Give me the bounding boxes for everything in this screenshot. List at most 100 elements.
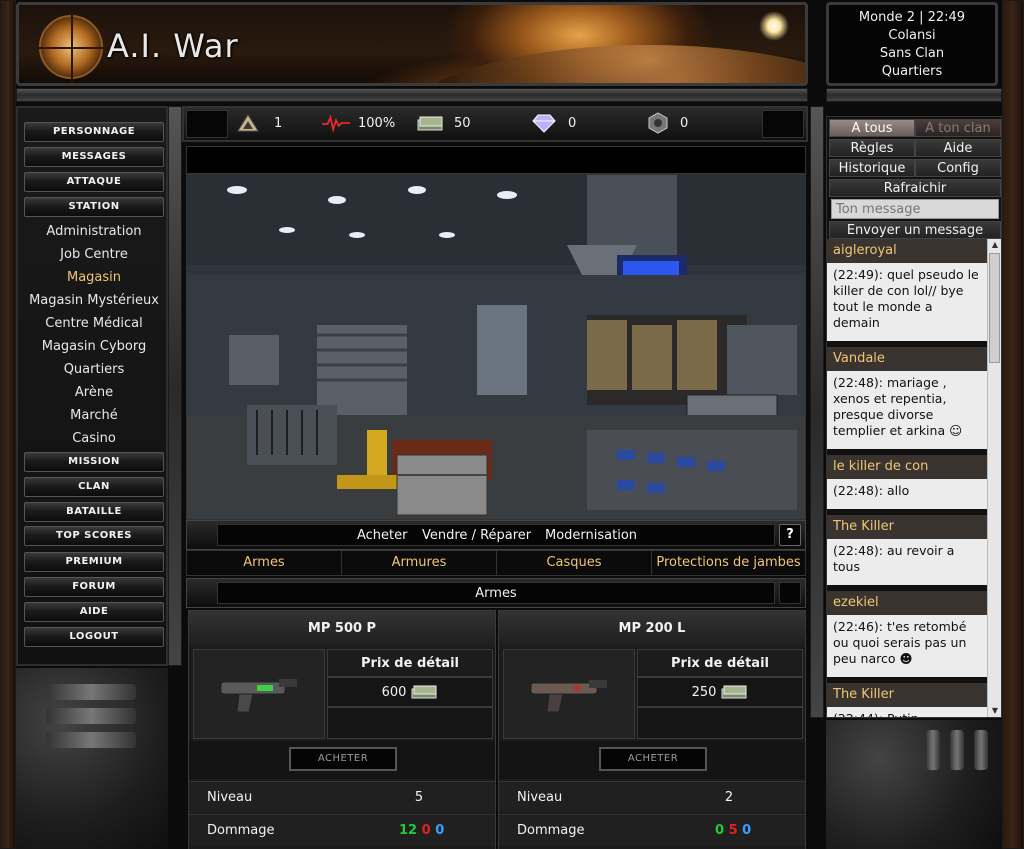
menu-forum[interactable]: FORUM <box>24 577 164 597</box>
section-title-bar: Armes <box>186 578 806 608</box>
category-tabs: Armes Armures Casques Protections de jam… <box>186 550 806 576</box>
chat-panel: A tous A ton clan Règles Aide Historique… <box>826 116 1002 718</box>
pistol-icon <box>530 680 607 713</box>
tab-armes[interactable]: Armes <box>187 551 342 575</box>
menu-attaque[interactable]: ATTAQUE <box>24 172 164 192</box>
stat-diamonds: 0 <box>568 116 577 131</box>
stats-slot-left <box>186 110 228 138</box>
decor-bar-top <box>16 88 808 102</box>
menu-station-administration[interactable]: Administration <box>20 220 168 243</box>
menu-logout[interactable]: LOGOUT <box>24 627 164 647</box>
menu-station-magasin[interactable]: Magasin <box>20 266 168 289</box>
tab-protections-de-jambes[interactable]: Protections de jambes <box>652 551 805 575</box>
tab-armures[interactable]: Armures <box>342 551 497 575</box>
resource-stats-bar: 1 100% 50 0 0 <box>182 106 808 142</box>
chat-tab-clan[interactable]: A ton clan <box>915 119 1001 137</box>
chat-message: aigleroyal (22:49): quel pseudo le kille… <box>827 239 987 341</box>
item-name: MP 200 L <box>499 611 805 647</box>
action-vendre-reparer-link[interactable]: Vendre / Réparer <box>422 528 531 543</box>
level-label: Niveau <box>207 790 253 805</box>
planet-graphic <box>399 45 805 83</box>
menu-station-marche[interactable]: Marché <box>20 404 168 427</box>
item-price: 600 <box>381 684 407 700</box>
chat-message: The Killer (22:44): Putin <box>827 683 987 717</box>
menu-aide[interactable]: AIDE <box>24 602 164 622</box>
scroll-down-arrow-icon[interactable]: ▼ <box>988 705 1002 717</box>
chat-author[interactable]: ezekiel <box>827 591 987 615</box>
menu-station-casino[interactable]: Casino <box>20 427 168 450</box>
chat-author[interactable]: le killer de con <box>827 455 987 479</box>
buy-row: ACHETER <box>189 741 495 779</box>
chat-rules-button[interactable]: Règles <box>829 139 915 157</box>
chat-config-button[interactable]: Config <box>915 159 1001 177</box>
tab-casques[interactable]: Casques <box>497 551 652 575</box>
logo-text[interactable]: A.I. War <box>107 27 239 65</box>
money-stack-icon <box>721 685 747 699</box>
chat-refresh-button[interactable]: Rafraichir <box>829 179 1001 197</box>
chat-message-input[interactable] <box>831 199 999 219</box>
buy-button[interactable]: ACHETER <box>599 747 707 771</box>
chat-message: The Killer (22:48): au revoir a tous <box>827 515 987 585</box>
item-card-mp500p: MP 500 P Prix de détail 600 ACHETER Nive… <box>188 610 496 849</box>
damage-label: Dommage <box>517 823 585 838</box>
chat-scrollbar[interactable]: ▲ ▼ <box>987 239 1001 717</box>
decor-left-edge <box>0 0 16 849</box>
scroll-up-arrow-icon[interactable]: ▲ <box>988 239 1002 251</box>
menu-bataille[interactable]: BATAILLE <box>24 502 164 522</box>
chat-tab-all[interactable]: A tous <box>829 119 915 137</box>
damage-red: 5 <box>728 823 738 838</box>
decor-bar-right-column <box>810 106 824 718</box>
shop-scene-image <box>186 174 806 520</box>
chat-history-button[interactable]: Historique <box>829 159 915 177</box>
chat-message: Vandale (22:48): mariage , xenos et repe… <box>827 347 987 449</box>
decor-bar-left-column <box>168 106 182 666</box>
chat-send-button[interactable]: Envoyer un message <box>829 221 1001 239</box>
scroll-thumb[interactable] <box>989 253 1000 363</box>
level-label: Niveau <box>517 790 563 805</box>
pipe-decor <box>46 708 136 724</box>
world-time: Monde 2 | 22:49 <box>858 10 966 25</box>
menu-clan[interactable]: CLAN <box>24 477 164 497</box>
section-bar-slot <box>779 582 801 604</box>
menu-station-quartiers[interactable]: Quartiers <box>20 358 168 381</box>
menu-top-scores[interactable]: TOP SCORES <box>24 526 164 546</box>
action-modernisation-link[interactable]: Modernisation <box>545 528 637 543</box>
money-stack-icon <box>411 685 437 699</box>
stats-slot-right <box>762 110 804 138</box>
menu-station-magasin-mysterieux[interactable]: Magasin Mystérieux <box>20 289 168 312</box>
damage-row: Dommage 12 0 0 <box>189 814 495 846</box>
menu-station-job-centre[interactable]: Job Centre <box>20 243 168 266</box>
menu-messages[interactable]: MESSAGES <box>24 147 164 167</box>
shop-action-bar: Acheter Vendre / Réparer Modernisation ? <box>186 520 806 550</box>
chat-help-button[interactable]: Aide <box>915 139 1001 157</box>
heartbeat-icon <box>322 112 350 134</box>
chat-feed[interactable]: aigleroyal (22:49): quel pseudo le kille… <box>827 239 987 717</box>
menu-mission[interactable]: MISSION <box>24 452 164 472</box>
level-value: 2 <box>724 790 734 805</box>
menu-station-magasin-cyborg[interactable]: Magasin Cyborg <box>20 335 168 358</box>
menu-personnage[interactable]: PERSONNAGE <box>24 122 164 142</box>
chat-author[interactable]: Vandale <box>827 347 987 371</box>
pipe-decor <box>46 732 136 748</box>
pistol-icon <box>220 679 297 713</box>
chat-author[interactable]: aigleroyal <box>827 239 987 263</box>
action-acheter-link[interactable]: Acheter <box>357 528 408 543</box>
pipe-decor <box>950 730 964 770</box>
chat-author[interactable]: The Killer <box>827 515 987 539</box>
menu-station-arene[interactable]: Arène <box>20 381 168 404</box>
help-button[interactable]: ? <box>779 524 801 546</box>
chat-author[interactable]: The Killer <box>827 683 987 707</box>
buy-button[interactable]: ACHETER <box>289 747 397 771</box>
price-blank-cell <box>637 707 803 739</box>
menu-station-centre-medical[interactable]: Centre Médical <box>20 312 168 335</box>
chat-message: ezekiel (22:46): t'es retombé ou quoi se… <box>827 591 987 677</box>
chat-text: (22:48): mariage , xenos et repentia, pr… <box>827 371 987 449</box>
chat-text: (22:48): au revoir a tous <box>827 539 987 585</box>
menu-premium[interactable]: PREMIUM <box>24 552 164 572</box>
chat-text: (22:44): Putin <box>827 707 987 717</box>
menu-station[interactable]: STATION <box>24 197 164 217</box>
damage-label: Dommage <box>207 823 275 838</box>
chat-text: (22:46): t'es retombé ou quoi serais pas… <box>827 615 987 677</box>
price-cell: 250 <box>637 677 803 707</box>
sun-graphic <box>759 11 789 41</box>
